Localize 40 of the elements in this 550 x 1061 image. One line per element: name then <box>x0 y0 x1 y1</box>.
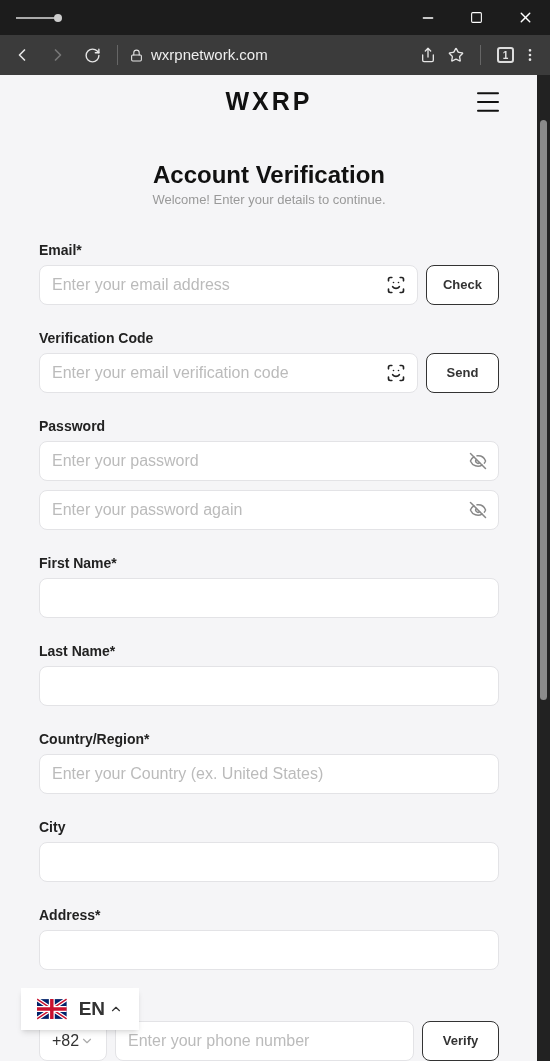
page-subtitle: Welcome! Enter your details to continue. <box>152 190 386 209</box>
input-field[interactable]: Enter your email address <box>39 265 418 305</box>
field-label: Last Name* <box>39 642 117 660</box>
reload-icon[interactable] <box>84 46 101 64</box>
url-text[interactable]: wxrpnetwork.com <box>151 43 268 67</box>
uk-flag-icon <box>37 996 67 1022</box>
action-button[interactable]: Check <box>426 265 499 305</box>
password-field[interactable]: Enter your password <box>39 441 499 481</box>
slider-icon[interactable] <box>16 12 64 23</box>
scrollbar[interactable] <box>537 75 550 1061</box>
input-field[interactable] <box>39 842 499 882</box>
star-icon[interactable] <box>448 47 464 63</box>
verify-button[interactable]: Verify <box>422 1021 499 1061</box>
field-label: Email* <box>39 241 83 259</box>
language-code: EN <box>78 996 106 1021</box>
tab-count[interactable]: 1 <box>497 47 514 63</box>
field-label: First Name* <box>39 554 118 572</box>
eye-off-icon[interactable] <box>469 501 487 519</box>
page-title: Account Verification <box>152 160 385 189</box>
input-field[interactable]: Enter your email verification code <box>39 353 418 393</box>
input-field[interactable] <box>39 578 499 618</box>
maximize-icon[interactable] <box>470 11 483 24</box>
field-label: Address* <box>39 906 102 924</box>
lock-icon <box>130 48 143 62</box>
scan-icon[interactable] <box>386 275 406 295</box>
share-icon[interactable] <box>420 47 436 63</box>
field-label: City <box>39 818 67 836</box>
scan-icon[interactable] <box>386 363 406 383</box>
input-field[interactable] <box>39 930 499 970</box>
language-menu[interactable]: EN <box>21 988 139 1030</box>
input-field[interactable] <box>39 666 499 706</box>
password-field[interactable]: Enter your password again <box>39 490 499 530</box>
eye-off-icon[interactable] <box>469 452 487 470</box>
input-field[interactable]: Enter your Country (ex. United States) <box>39 754 499 794</box>
field-label: Password <box>39 417 107 435</box>
field-label: Verification Code <box>39 329 155 347</box>
action-button[interactable]: Send <box>426 353 499 393</box>
field-label: Country/Region* <box>39 730 151 748</box>
logo[interactable]: WXRP <box>225 83 313 121</box>
phone-field[interactable]: Enter your phone number <box>115 1021 414 1061</box>
